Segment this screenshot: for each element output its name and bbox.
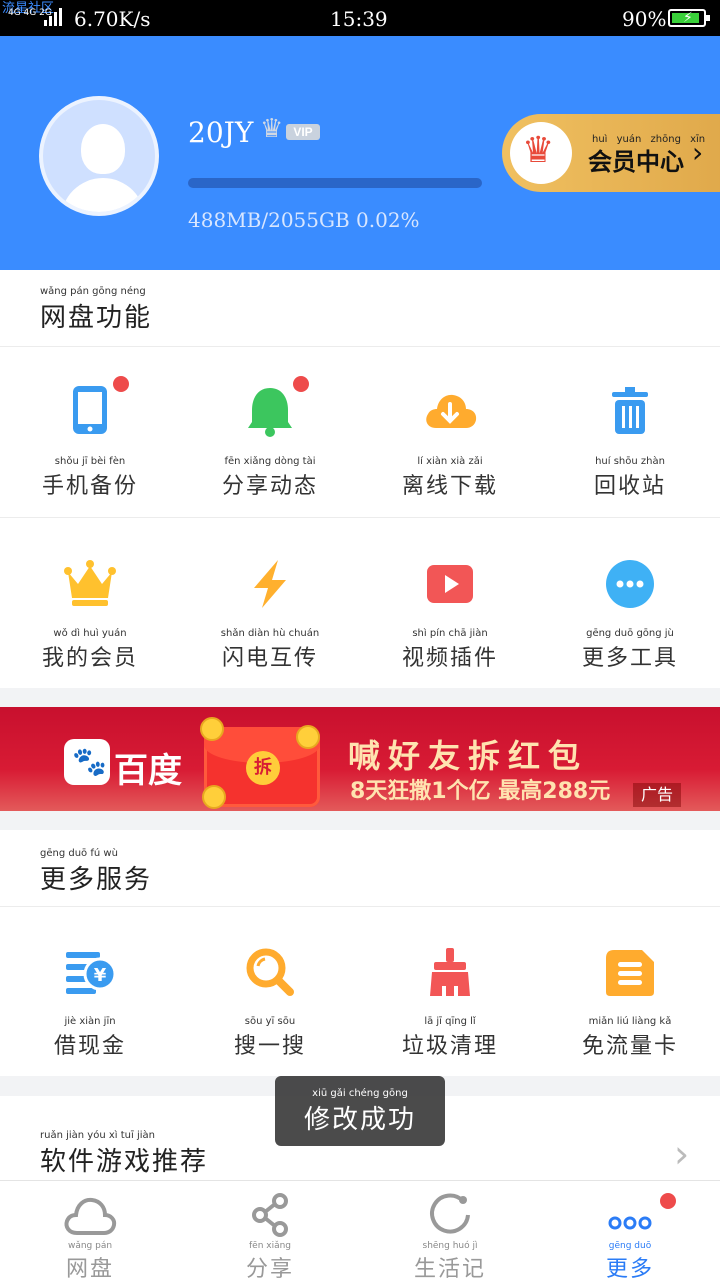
lightning-icon [240, 554, 300, 614]
username: 20JY [188, 116, 254, 149]
coin-icon [200, 717, 224, 741]
service-borrow-cash[interactable]: ¥ jiè xiàn jīn 借现金 [0, 942, 180, 1060]
cloud-download-icon [420, 382, 480, 442]
crown-icon: ♛ [260, 114, 284, 144]
feature-flash-transfer[interactable]: shǎn diàn hù chuán 闪电互传 [180, 554, 360, 672]
feature-video-plugin[interactable]: shì pín chā jiàn 视频插件 [360, 554, 540, 672]
more-services-section: gēng duō fú wù 更多服务 ¥ jiè xiàn jīn 借现金 s… [0, 830, 720, 1076]
status-bar: 流星社区 4G 4G 2G 6.70K/s 15:39 90% ⚡ [0, 0, 720, 36]
life-ring-icon [423, 1191, 477, 1239]
broom-icon [420, 942, 480, 1002]
video-play-icon [420, 554, 480, 614]
sim-card-icon [600, 942, 660, 1002]
ad-label: 广告 [633, 783, 681, 807]
search-icon [240, 942, 300, 1002]
feature-phone-backup[interactable]: shǒu jī bèi fèn 手机备份 [0, 376, 180, 500]
network-speed: 6.70K/s [74, 7, 151, 31]
ad-banner[interactable]: 🐾 百度 拆 喊好友拆红包 8天狂撒1个亿 最高288元 广告 [0, 707, 720, 811]
avatar[interactable] [39, 96, 159, 216]
trash-icon [600, 382, 660, 442]
service-free-data-card[interactable]: miǎn liú liàng kǎ 免流量卡 [540, 942, 720, 1060]
netdisk-functions-section: wǎng pán gōng néng 网盘功能 shǒu jī bèi fèn … [0, 270, 720, 688]
clock: 15:39 [330, 7, 388, 31]
paw-icon: 🐾 [72, 745, 107, 778]
toast: xiū gǎi chéng gōng 修改成功 [275, 1076, 445, 1146]
section-title: gēng duō fú wù 更多服务 [40, 848, 153, 895]
battery-percent: 90% [622, 7, 667, 31]
notification-dot [113, 376, 129, 392]
nav-life[interactable]: shēng huó jì 生活记 [360, 1181, 540, 1280]
vip-tag: VIP [286, 124, 320, 140]
cash-icon: ¥ [60, 942, 120, 1002]
feature-share-feed[interactable]: fēn xiǎng dòng tài 分享动态 [180, 376, 360, 500]
banner-subline: 8天狂撒1个亿 最高288元 [350, 779, 611, 804]
nav-share[interactable]: fēn xiǎng 分享 [180, 1181, 360, 1280]
feature-more-tools[interactable]: gēng duō gōng jù 更多工具 [540, 554, 720, 672]
crown-icon: ♛ [510, 122, 572, 184]
share-icon [243, 1191, 297, 1239]
notification-dot [660, 1193, 676, 1209]
section-title: wǎng pán gōng néng 网盘功能 [40, 286, 153, 333]
chevron-right-icon[interactable]: › [674, 1132, 689, 1176]
chevron-right-icon: › [692, 136, 704, 169]
bell-icon [240, 376, 309, 442]
crown-icon [60, 554, 120, 614]
cloud-icon [63, 1191, 117, 1239]
coin-icon [202, 785, 226, 809]
vip-badge: ♛ VIP [260, 114, 322, 144]
service-junk-cleanup[interactable]: lā jī qīng lǐ 垃圾清理 [360, 942, 540, 1060]
nav-netdisk[interactable]: wǎng pán 网盘 [0, 1181, 180, 1280]
service-search[interactable]: sōu yī sōu 搜一搜 [180, 942, 360, 1060]
banner-brand: 百度 [114, 751, 182, 791]
feature-offline-download[interactable]: lí xiàn xià zǎi 离线下载 [360, 382, 540, 500]
section-title: ruǎn jiàn yóu xì tuī jiàn 软件游戏推荐 [40, 1130, 209, 1177]
battery-icon: ⚡ [668, 9, 710, 27]
feature-my-membership[interactable]: wǒ dì huì yuán 我的会员 [0, 554, 180, 672]
member-center-button[interactable]: ♛ huì yuán zhōng xīn 会员中心 › [502, 114, 720, 192]
nav-more[interactable]: gēng duō 更多 [540, 1181, 720, 1280]
member-center-label: 会员中心 [588, 148, 684, 176]
signal-bars-icon [44, 8, 68, 26]
feature-recycle-bin[interactable]: huí shōu zhàn 回收站 [540, 382, 720, 500]
storage-progress-bar [188, 178, 482, 188]
phone-icon [60, 376, 129, 442]
bottom-nav: wǎng pán 网盘 fēn xiǎng 分享 shēng huó jì 生活… [0, 1180, 720, 1280]
profile-header: 20JY ♛ VIP 488MB/2055GB 0.02% ♛ huì yuán… [0, 36, 720, 270]
more-dots-icon [600, 554, 660, 614]
notification-dot [293, 376, 309, 392]
banner-headline: 喊好友拆红包 [348, 737, 589, 775]
svg-text:¥: ¥ [94, 965, 107, 986]
storage-usage-text: 488MB/2055GB 0.02% [188, 208, 420, 232]
more-dots-icon [603, 1191, 676, 1239]
coin-icon [296, 725, 320, 749]
